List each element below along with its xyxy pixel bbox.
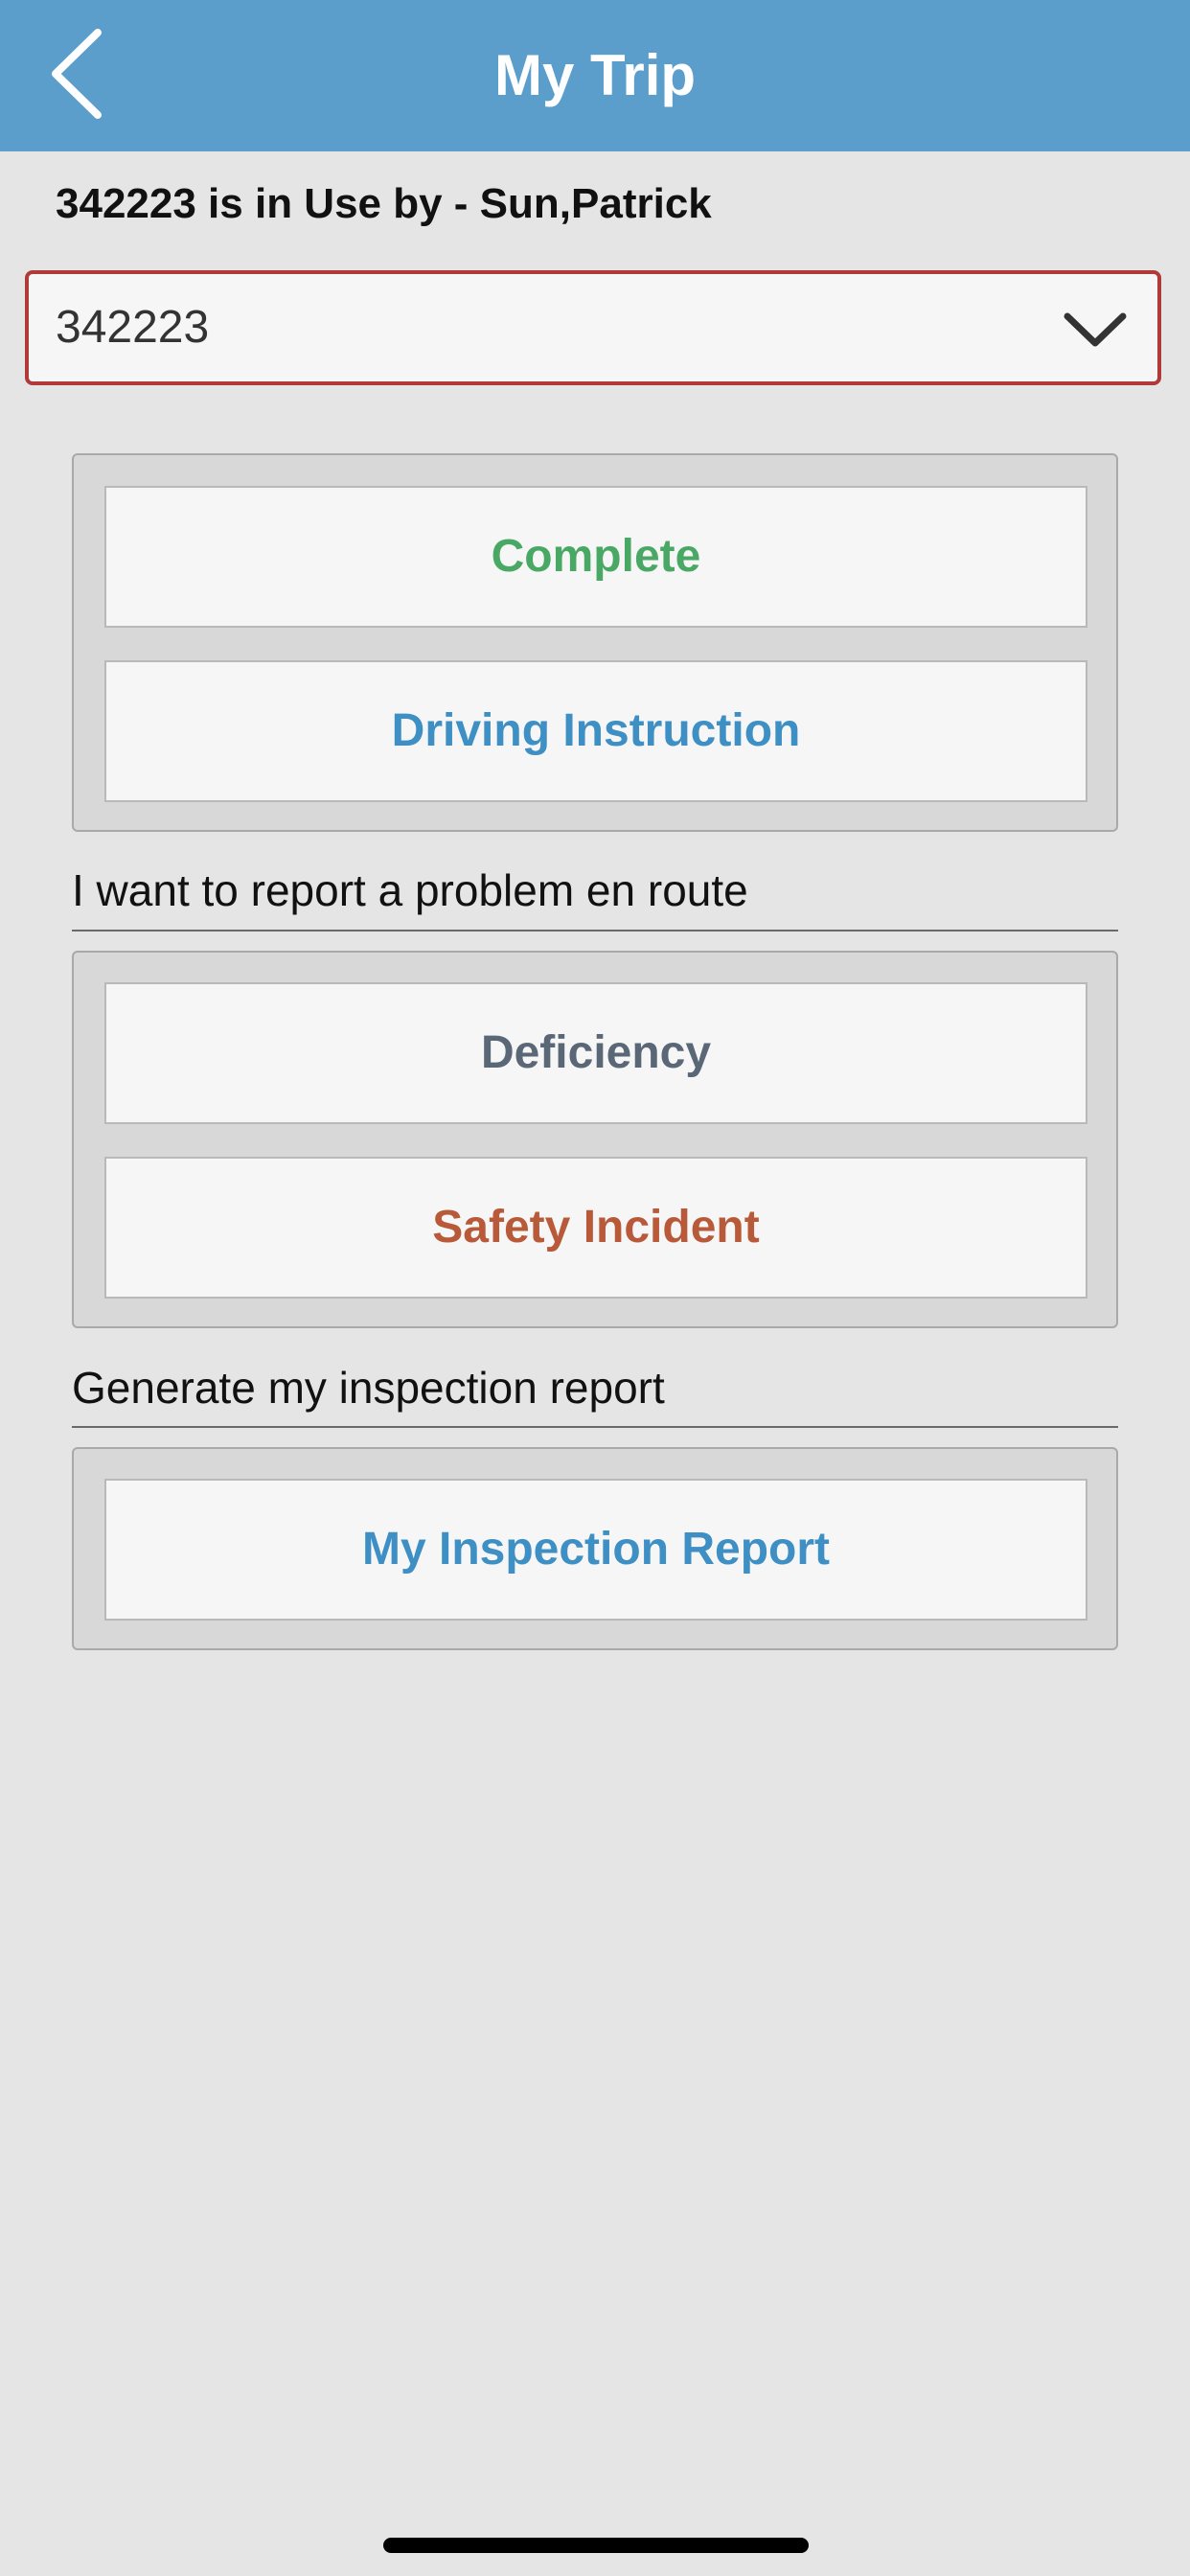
driving-instruction-button[interactable]: Driving Instruction: [104, 660, 1087, 802]
top-app-bar: My Trip: [0, 0, 1190, 151]
deficiency-button[interactable]: Deficiency: [104, 982, 1087, 1124]
my-inspection-report-button[interactable]: My Inspection Report: [104, 1479, 1087, 1621]
chevron-down-icon: [1064, 312, 1127, 347]
complete-button[interactable]: Complete: [104, 486, 1087, 628]
safety-incident-button[interactable]: Safety Incident: [104, 1157, 1087, 1299]
inspection-report-label: Generate my inspection report: [72, 1363, 665, 1413]
report-problem-label: I want to report a problem en route: [72, 865, 748, 915]
home-indicator: [383, 2538, 809, 2553]
section-divider: [72, 930, 1118, 932]
section-divider: [72, 1426, 1118, 1428]
trip-actions-panel: Complete Driving Instruction: [72, 453, 1118, 832]
page-title: My Trip: [493, 43, 697, 107]
vehicle-status-text: 342223 is in Use by - Sun,Patrick: [56, 180, 712, 227]
report-actions-panel: My Inspection Report: [72, 1447, 1118, 1650]
problem-actions-panel: Deficiency Safety Incident: [72, 951, 1118, 1328]
vehicle-select-value: 342223: [56, 302, 210, 353]
chevron-left-icon: [52, 29, 102, 119]
back-button[interactable]: [38, 21, 125, 126]
vehicle-select[interactable]: 342223: [25, 270, 1161, 385]
